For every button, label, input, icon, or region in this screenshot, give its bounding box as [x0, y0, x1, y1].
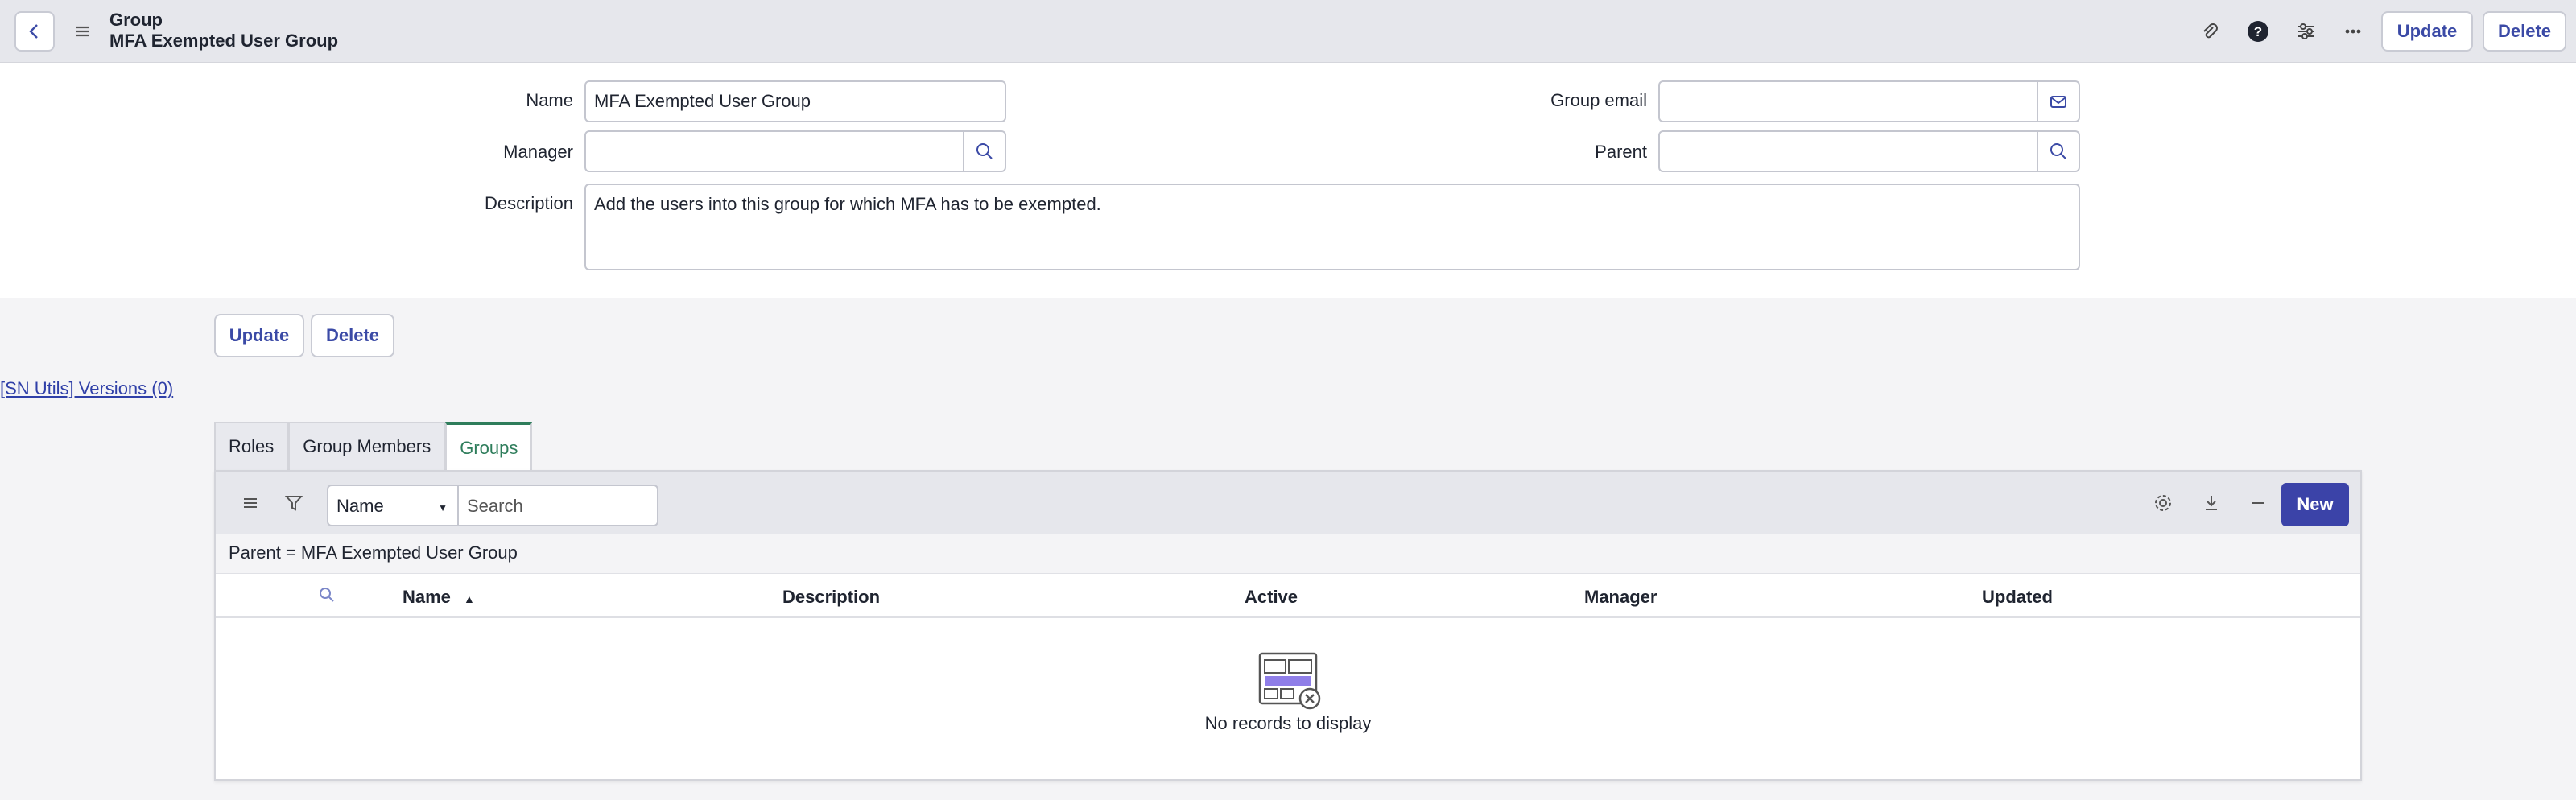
mail-icon — [2050, 96, 2066, 108]
search-field-select[interactable]: Name ▼ — [327, 485, 459, 526]
related-list: Name ▼ Search New Parent = MFA Exempted … — [214, 470, 2362, 781]
tab-group-members[interactable]: Group Members — [288, 422, 446, 470]
list-menu-icon[interactable] — [237, 489, 264, 517]
manager-field[interactable] — [584, 130, 964, 172]
paperclip-icon[interactable] — [2194, 16, 2225, 47]
empty-message: No records to display — [1204, 713, 1372, 733]
description-label: Description — [484, 193, 573, 213]
back-button[interactable] — [14, 11, 55, 52]
hamburger-icon[interactable] — [71, 19, 95, 43]
new-button[interactable]: New — [2281, 483, 2349, 526]
list-toolbar: Name ▼ Search New — [216, 472, 2360, 534]
chevron-left-icon — [29, 24, 38, 39]
email-button[interactable] — [2038, 80, 2080, 122]
header-delete-button[interactable]: Delete — [2483, 11, 2566, 52]
more-icon[interactable] — [2338, 16, 2368, 47]
related-list-tabs: Roles Group Members Groups — [214, 422, 533, 470]
column-headers: Name ▲ Description Active Manager Update… — [216, 573, 2360, 618]
sort-ascending-icon: ▲ — [464, 592, 475, 605]
column-header-description[interactable]: Description — [782, 587, 880, 608]
parent-field[interactable] — [1658, 130, 2038, 172]
gear-icon[interactable] — [2149, 489, 2177, 517]
tab-groups[interactable]: Groups — [445, 422, 533, 470]
column-header-updated[interactable]: Updated — [1982, 587, 2053, 608]
column-search-icon[interactable] — [317, 585, 336, 609]
group-email-field[interactable] — [1658, 80, 2038, 122]
svg-text:?: ? — [2254, 24, 2262, 39]
name-field[interactable]: MFA Exempted User Group — [584, 80, 1006, 122]
record-title: Group MFA Exempted User Group — [109, 10, 338, 52]
record-header: Group MFA Exempted User Group ? Update D… — [0, 0, 2576, 63]
select-value: Name — [336, 496, 384, 516]
caret-down-icon: ▼ — [438, 502, 448, 513]
search-icon — [2050, 143, 2066, 159]
header-update-button[interactable]: Update — [2381, 11, 2473, 52]
column-header-active[interactable]: Active — [1245, 587, 1298, 608]
manager-lookup-button[interactable] — [964, 130, 1006, 172]
column-header-name[interactable]: Name ▲ — [402, 587, 475, 608]
filter-breadcrumb[interactable]: Parent = MFA Exempted User Group — [216, 534, 2360, 573]
column-header-manager[interactable]: Manager — [1584, 587, 1657, 608]
tab-roles[interactable]: Roles — [214, 422, 289, 470]
list-search-input[interactable]: Search — [457, 485, 658, 526]
column-label: Name — [402, 587, 451, 607]
filter-icon[interactable] — [280, 489, 308, 517]
update-button[interactable]: Update — [214, 314, 304, 357]
collapse-icon[interactable] — [2244, 489, 2272, 517]
sn-utils-versions-link[interactable]: [SN Utils] Versions (0) — [0, 378, 173, 399]
empty-state-illustration — [216, 649, 2360, 717]
search-icon — [976, 143, 993, 159]
parent-lookup-button[interactable] — [2038, 130, 2080, 172]
parent-label: Parent — [1595, 142, 1647, 162]
delete-button[interactable]: Delete — [311, 314, 394, 357]
manager-label: Manager — [503, 142, 573, 162]
help-icon[interactable]: ? — [2243, 16, 2273, 47]
settings-sliders-icon[interactable] — [2291, 16, 2322, 47]
group-email-label: Group email — [1550, 90, 1647, 110]
download-icon[interactable] — [2198, 489, 2225, 517]
description-field[interactable]: Add the users into this group for which … — [584, 184, 2080, 270]
name-label: Name — [526, 90, 573, 110]
record-name: MFA Exempted User Group — [109, 31, 339, 51]
record-form: Name MFA Exempted User Group Manager Des… — [0, 63, 2576, 298]
record-type: Group — [109, 10, 163, 30]
